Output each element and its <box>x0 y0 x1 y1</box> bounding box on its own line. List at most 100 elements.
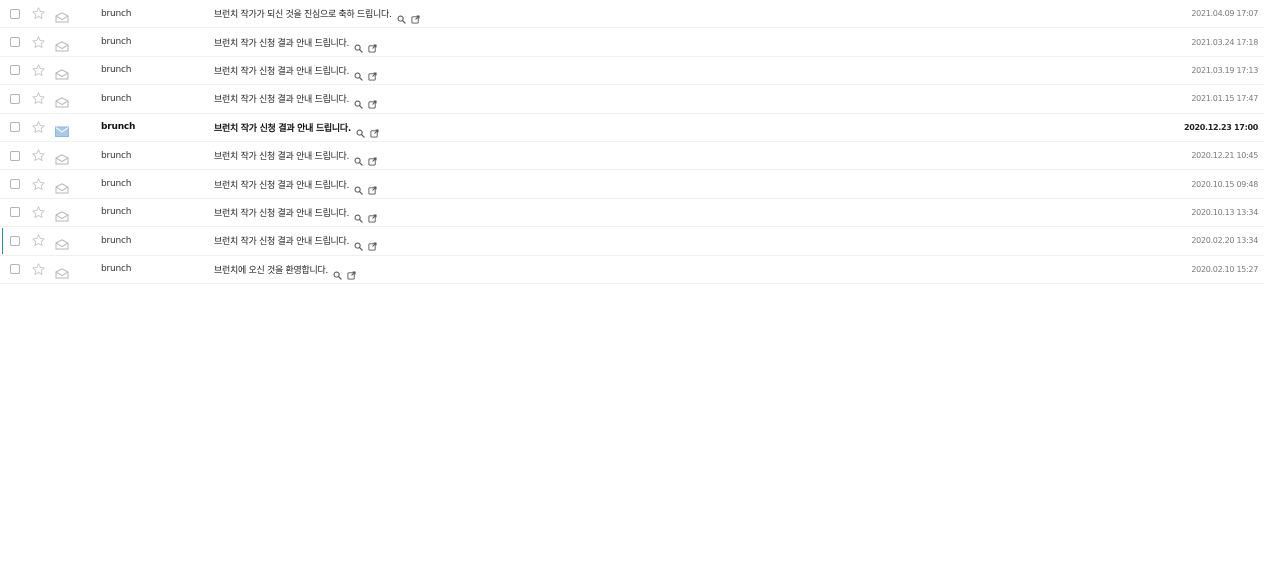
mail-subject[interactable]: 브런치 작가 신청 결과 안내 드립니다. <box>214 36 349 49</box>
mail-sender[interactable]: brunch <box>101 236 131 246</box>
mail-sender[interactable]: brunch <box>101 37 131 47</box>
mail-subject-wrap: 브런치 작가 신청 결과 안내 드립니다. <box>214 92 377 110</box>
star-icon[interactable] <box>31 177 46 192</box>
checkbox-icon[interactable] <box>10 65 20 76</box>
mail-sender[interactable]: brunch <box>101 207 131 217</box>
open-new-window-icon[interactable] <box>347 265 356 280</box>
star-icon[interactable] <box>31 35 46 50</box>
mail-subject[interactable]: 브런치 작가 신청 결과 안내 드립니다. <box>214 206 349 219</box>
envelope-unread-icon[interactable] <box>55 122 69 137</box>
open-new-window-icon[interactable] <box>368 236 377 251</box>
search-icon[interactable] <box>354 236 363 251</box>
search-icon[interactable] <box>354 38 363 53</box>
mail-date: 2021.01.15 17:47 <box>1191 94 1258 104</box>
mail-row[interactable]: brunch 브런치 작가 신청 결과 안내 드립니다. 2021.01.15 17… <box>0 85 1264 114</box>
search-icon[interactable] <box>354 180 363 195</box>
search-icon[interactable] <box>354 208 363 223</box>
checkbox-icon[interactable] <box>10 93 20 104</box>
mail-sender[interactable]: brunch <box>101 122 135 132</box>
envelope-icon[interactable] <box>55 235 69 250</box>
mail-row[interactable]: brunch 브런치 작가 신청 결과 안내 드립니다. 2021.03.19 17… <box>0 57 1264 86</box>
mail-subject[interactable]: 브런치 작가 신청 결과 안내 드립니다. <box>214 234 349 247</box>
mail-subject[interactable]: 브런치 작가 신청 결과 안내 드립니다. <box>214 149 349 162</box>
checkbox-icon[interactable] <box>10 150 20 161</box>
mail-date: 2020.10.15 09:48 <box>1191 179 1258 189</box>
checkbox-icon[interactable] <box>10 37 20 48</box>
mail-subject-wrap: 브런치 작가 신청 결과 안내 드립니다. <box>214 178 377 195</box>
mail-date: 2020.02.20 13:34 <box>1191 236 1258 246</box>
mail-row[interactable]: brunch 브런치에 오신 것을 환영합니다. 2020.02.10 15:27 <box>0 256 1264 284</box>
star-icon[interactable] <box>31 205 46 220</box>
mail-subject[interactable]: 브런치 작가 신청 결과 안내 드립니다. <box>214 64 349 77</box>
mail-date: 2020.12.23 17:00 <box>1183 122 1258 132</box>
mail-sender[interactable]: brunch <box>101 9 131 19</box>
open-new-window-icon[interactable] <box>368 208 377 223</box>
search-icon[interactable] <box>397 9 406 24</box>
envelope-icon[interactable] <box>55 179 69 194</box>
checkbox-icon[interactable] <box>10 122 20 133</box>
search-icon[interactable] <box>354 66 363 81</box>
envelope-icon[interactable] <box>55 93 69 108</box>
envelope-icon[interactable] <box>55 65 69 80</box>
checkbox-icon[interactable] <box>10 179 20 190</box>
star-icon[interactable] <box>31 233 46 248</box>
checkbox-icon[interactable] <box>10 8 20 19</box>
mail-date: 2020.12.21 10:45 <box>1191 151 1258 161</box>
mail-sender[interactable]: brunch <box>101 264 131 274</box>
star-icon[interactable] <box>31 148 46 163</box>
mail-subject[interactable]: 브런치 작가 신청 결과 안내 드립니다. <box>214 178 349 191</box>
mail-subject-wrap: 브런치 작가 신청 결과 안내 드립니다. <box>214 121 379 138</box>
mail-subject[interactable]: 브런치 작가 신청 결과 안내 드립니다. <box>214 121 351 134</box>
open-new-window-icon[interactable] <box>368 94 377 109</box>
mail-subject-wrap: 브런치 작가 신청 결과 안내 드립니다. <box>214 36 377 53</box>
open-new-window-icon[interactable] <box>368 38 377 53</box>
open-new-window-icon[interactable] <box>368 66 377 81</box>
checkbox-icon[interactable] <box>10 207 20 218</box>
search-icon[interactable] <box>354 94 363 110</box>
mail-subject[interactable]: 브런치에 오신 것을 환영합니다. <box>214 263 328 276</box>
search-icon[interactable] <box>333 265 342 280</box>
open-new-window-icon[interactable] <box>368 180 377 195</box>
envelope-icon[interactable] <box>55 207 69 222</box>
mail-row[interactable]: brunch 브런치 작가 신청 결과 안내 드립니다. 2020.12.23 17… <box>0 114 1264 142</box>
mail-row[interactable]: brunch 브런치 작가 신청 결과 안내 드립니다. 2020.10.13 13… <box>0 199 1264 228</box>
search-icon[interactable] <box>356 123 365 138</box>
mail-date: 2021.04.09 17:07 <box>1191 9 1258 19</box>
mail-subject-wrap: 브런치 작가가 되신 것을 진심으로 축하 드립니다. <box>214 7 420 24</box>
mail-sender[interactable]: brunch <box>101 151 131 161</box>
mail-subject[interactable]: 브런치 작가 신청 결과 안내 드립니다. <box>214 92 349 105</box>
mail-row[interactable]: brunch 브런치 작가 신청 결과 안내 드립니다. 2020.10.15 09… <box>0 170 1264 199</box>
mail-date: 2021.03.24 17:18 <box>1191 37 1258 47</box>
mail-date: 2020.02.10 15:27 <box>1191 264 1258 274</box>
star-icon[interactable] <box>31 6 46 21</box>
checkbox-icon[interactable] <box>10 235 20 246</box>
mail-subject-wrap: 브런치 작가 신청 결과 안내 드립니다. <box>214 64 377 81</box>
checkbox-icon[interactable] <box>10 264 20 275</box>
mail-subject-wrap: 브런치에 오신 것을 환영합니다. <box>214 263 356 280</box>
mail-row[interactable]: brunch 브런치 작가 신청 결과 안내 드립니다. 2020.02.20 13… <box>0 227 1264 256</box>
mail-subject[interactable]: 브런치 작가가 되신 것을 진심으로 축하 드립니다. <box>214 7 392 20</box>
mail-row[interactable]: brunch 브런치 작가 신청 결과 안내 드립니다. 2020.12.21 10… <box>0 142 1264 171</box>
mail-date: 2021.03.19 17:13 <box>1191 65 1258 75</box>
envelope-icon[interactable] <box>55 150 69 165</box>
mail-subject-wrap: 브런치 작가 신청 결과 안내 드립니다. <box>214 234 377 251</box>
star-icon[interactable] <box>31 63 46 78</box>
search-icon[interactable] <box>354 151 363 166</box>
envelope-icon[interactable] <box>55 264 69 279</box>
envelope-icon[interactable] <box>55 37 69 52</box>
mail-row[interactable]: brunch 브런치 작가 신청 결과 안내 드립니다. 2021.03.24 17… <box>0 28 1264 57</box>
open-new-window-icon[interactable] <box>370 123 379 138</box>
mail-subject-wrap: 브런치 작가 신청 결과 안내 드립니다. <box>214 149 377 166</box>
star-icon[interactable] <box>31 91 46 106</box>
mail-date: 2020.10.13 13:34 <box>1191 207 1258 217</box>
star-icon[interactable] <box>31 120 46 135</box>
mail-list: brunch 브런치 작가가 되신 것을 진심으로 축하 드립니다. 2021.04… <box>0 0 1264 284</box>
open-new-window-icon[interactable] <box>410 9 420 24</box>
envelope-icon[interactable] <box>55 8 69 23</box>
open-new-window-icon[interactable] <box>368 151 377 166</box>
mail-sender[interactable]: brunch <box>101 94 131 104</box>
mail-row[interactable]: brunch 브런치 작가가 되신 것을 진심으로 축하 드립니다. 2021.04… <box>0 0 1264 29</box>
star-icon[interactable] <box>31 262 46 277</box>
mail-sender[interactable]: brunch <box>101 65 131 75</box>
mail-sender[interactable]: brunch <box>101 179 131 189</box>
